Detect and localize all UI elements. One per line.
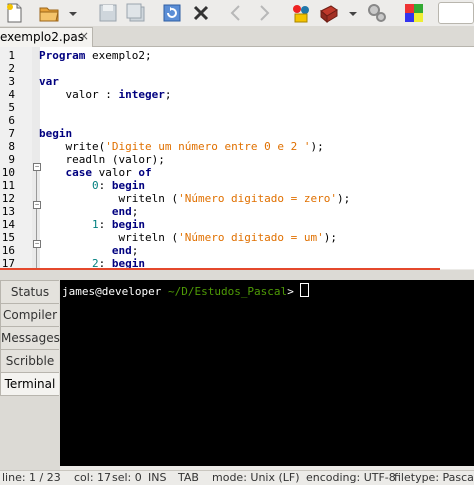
code-line[interactable]: 4 valor : integer; (0, 88, 474, 101)
tab-status[interactable]: Status (0, 280, 59, 304)
tab-label: exemplo2.pas (0, 30, 84, 44)
terminal-prompt: james@developer ~/D/Estudos_Pascal> (62, 283, 310, 298)
code-text: Program exemplo2; (39, 49, 152, 62)
line-number: 13 (1, 205, 15, 218)
code-text: var (39, 75, 59, 88)
save-all-icon[interactable] (125, 2, 147, 24)
code-line[interactable]: 10 case valor of (0, 166, 474, 179)
reload-icon[interactable] (161, 2, 183, 24)
status-line: line: 1 / 23 (2, 471, 61, 484)
tab-terminal[interactable]: Terminal (0, 372, 59, 396)
statusbar: line: 1 / 23 col: 17 sel: 0 INS TAB mode… (0, 470, 474, 485)
line-number: 14 (1, 218, 15, 231)
line-number: 12 (1, 192, 15, 205)
status-tab: TAB (178, 471, 199, 484)
line-number: 4 (8, 88, 15, 101)
save-icon[interactable] (97, 2, 119, 24)
prompt-path: ~/D/Estudos_Pascal (161, 285, 288, 298)
code-text: case valor of (65, 166, 152, 179)
code-text: end; (111, 244, 139, 257)
line-number: 15 (1, 231, 15, 244)
message-window-tabs: Status Compiler Messages Scribble Termin… (0, 280, 60, 470)
pane-splitter[interactable] (0, 270, 474, 280)
code-line[interactable]: 6 (0, 114, 474, 127)
code-text: end; (111, 205, 139, 218)
code-text: writeln ('Número digitado = zero'); (39, 192, 351, 205)
open-menu-arrow-icon[interactable] (62, 2, 77, 24)
terminal-cursor (300, 283, 310, 297)
line-number: 10 (1, 166, 15, 179)
prompt-user: james@developer (62, 285, 162, 298)
code-line[interactable]: 15 writeln ('Número digitado = um'); (0, 231, 474, 244)
code-line[interactable]: 9 readln (valor); (0, 153, 474, 166)
status-filetype: filetype: Pascal (394, 471, 474, 484)
tab-messages[interactable]: Messages (0, 326, 60, 350)
code-text: 1: begin (91, 218, 145, 231)
preferences-icon[interactable] (366, 2, 388, 24)
status-mode: mode: Unix (LF) (212, 471, 300, 484)
line-number: 6 (8, 114, 15, 127)
code-line[interactable]: 5 (0, 101, 474, 114)
back-icon[interactable] (225, 2, 247, 24)
prompt-suffix: > (287, 285, 294, 298)
compile-icon[interactable] (290, 2, 312, 24)
code-line[interactable]: 8 write('Digite um número entre 0 e 2 ')… (0, 140, 474, 153)
status-ins: INS (148, 471, 167, 484)
open-file-icon[interactable] (38, 2, 60, 24)
status-sel: sel: 0 (112, 471, 142, 484)
line-number: 3 (8, 75, 15, 88)
code-line[interactable]: 14 1: begin (0, 218, 474, 231)
code-text: begin (39, 127, 73, 140)
color-chooser-icon[interactable] (403, 2, 425, 24)
code-line[interactable]: 1 Program exemplo2; (0, 49, 474, 62)
forward-icon[interactable] (253, 2, 275, 24)
search-field[interactable] (438, 2, 474, 24)
tab-close-icon[interactable]: × (79, 29, 89, 43)
code-editor[interactable]: − − − 1 Program exemplo2; 2 3 var 4 valor : i… (0, 47, 474, 269)
line-number: 1 (8, 49, 15, 62)
code-text: valor : integer; (39, 88, 172, 101)
code-line[interactable]: 2 (0, 62, 474, 75)
toolbar (0, 0, 474, 26)
terminal[interactable]: james@developer ~/D/Estudos_Pascal> (60, 280, 474, 466)
code-line[interactable]: 16 end; (0, 244, 474, 257)
line-number: 9 (8, 153, 15, 166)
tab-exemplo2[interactable]: exemplo2.pas × (0, 27, 93, 47)
status-col: col: 17 (74, 471, 112, 484)
code-line[interactable]: 3 var (0, 75, 474, 88)
line-number: 8 (8, 140, 15, 153)
build-menu-arrow-icon[interactable] (342, 2, 357, 24)
code-text: 0: begin (91, 179, 145, 192)
tab-scribble[interactable]: Scribble (0, 349, 59, 373)
line-number: 2 (8, 62, 15, 75)
code-line[interactable]: 13 end; (0, 205, 474, 218)
tab-compiler[interactable]: Compiler (0, 303, 59, 327)
code-line[interactable]: 7 begin (0, 127, 474, 140)
status-encoding: encoding: UTF-8 (306, 471, 396, 484)
build-icon[interactable] (318, 2, 340, 24)
document-tabbar: exemplo2.pas × (0, 26, 474, 47)
code-text: write('Digite um número entre 0 e 2 '); (39, 140, 324, 153)
code-text: readln (valor); (39, 153, 165, 166)
new-file-icon[interactable] (3, 2, 25, 24)
close-icon[interactable] (190, 2, 212, 24)
line-number: 5 (8, 101, 15, 114)
code-line[interactable]: 12 writeln ('Número digitado = zero'); (0, 192, 474, 205)
code-line[interactable]: 11 0: begin (0, 179, 474, 192)
line-number: 16 (1, 244, 15, 257)
line-number: 7 (8, 127, 15, 140)
code-text: writeln ('Número digitado = um'); (39, 231, 338, 244)
line-number: 11 (1, 179, 15, 192)
